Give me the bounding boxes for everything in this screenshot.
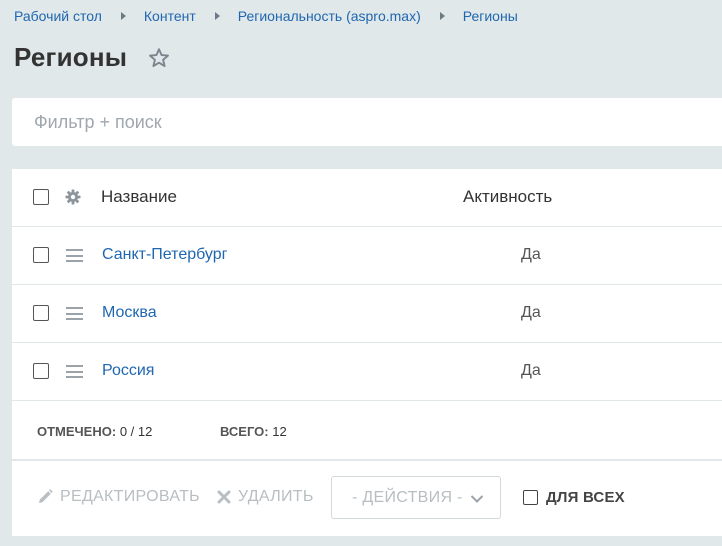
breadcrumb-separator-icon [214, 12, 220, 20]
selected-count-label: ОТМЕЧЕНО: [37, 424, 117, 439]
row-checkbox[interactable] [33, 305, 49, 321]
for-all-option[interactable]: ДЛЯ ВСЕХ [523, 489, 625, 506]
actions-select[interactable]: - ДЕЙСТВИЯ - [331, 476, 501, 519]
for-all-label: ДЛЯ ВСЕХ [546, 489, 625, 506]
region-active-value: Да [521, 304, 541, 321]
pencil-icon [39, 489, 53, 503]
edit-button-label: РЕДАКТИРОВАТЬ [60, 488, 200, 505]
actions-select-value: - ДЕЙСТВИЯ - [352, 489, 463, 506]
total-count-label: ВСЕГО: [220, 424, 269, 439]
delete-button[interactable]: УДАЛИТЬ [216, 488, 314, 506]
chevron-down-icon [470, 495, 484, 503]
delete-button-label: УДАЛИТЬ [238, 488, 314, 505]
for-all-checkbox[interactable] [523, 490, 538, 505]
row-checkbox[interactable] [33, 363, 49, 379]
filter-search-box[interactable] [12, 98, 722, 146]
drag-handle-icon[interactable] [66, 365, 83, 378]
total-count-value: 12 [272, 424, 287, 439]
table-summary: ОТМЕЧЕНО: 0 / 12 ВСЕГО: 12 [12, 402, 722, 459]
drag-handle-icon[interactable] [66, 249, 83, 262]
column-header-name[interactable]: Название [101, 187, 177, 207]
table-row: Москва Да [12, 285, 722, 343]
group-actions-bar: РЕДАКТИРОВАТЬ УДАЛИТЬ - ДЕЙСТВИЯ - ДЛЯ В… [12, 460, 722, 536]
region-name-link[interactable]: Санкт-Петербург [102, 246, 227, 264]
breadcrumb-regionality[interactable]: Региональность (aspro.max) [238, 8, 421, 24]
column-header-active[interactable]: Активность [463, 187, 552, 207]
edit-button[interactable]: РЕДАКТИРОВАТЬ [36, 488, 200, 506]
cross-icon [217, 490, 231, 504]
breadcrumb-regions[interactable]: Регионы [463, 8, 518, 24]
table-row: Россия Да [12, 343, 722, 401]
selected-count-value: 0 / 12 [119, 424, 153, 439]
row-checkbox[interactable] [33, 247, 49, 263]
region-active-value: Да [521, 362, 541, 379]
gear-icon[interactable] [65, 189, 81, 205]
select-all-checkbox[interactable] [33, 189, 49, 205]
breadcrumb-content[interactable]: Контент [144, 8, 196, 24]
table-header-row: Название Активность [12, 169, 722, 227]
table-row: Санкт-Петербург Да [12, 227, 722, 285]
region-name-link[interactable]: Россия [102, 362, 154, 380]
region-name-link[interactable]: Москва [102, 304, 157, 322]
breadcrumb-desktop[interactable]: Рабочий стол [14, 8, 102, 24]
total-count: ВСЕГО: 12 [220, 424, 287, 439]
page-title: Регионы [14, 42, 128, 72]
selected-count: ОТМЕЧЕНО: 0 / 12 [37, 424, 152, 439]
regions-table: Название Активность Санкт-Петербург Да М… [12, 169, 722, 459]
region-active-value: Да [521, 246, 541, 263]
drag-handle-icon[interactable] [66, 307, 83, 320]
filter-search-input[interactable] [34, 110, 634, 134]
breadcrumb: Рабочий стол Контент Региональность (asp… [14, 8, 518, 24]
title-row: Регионы [14, 42, 171, 73]
breadcrumb-separator-icon [439, 12, 445, 20]
breadcrumb-separator-icon [120, 12, 126, 20]
star-icon[interactable] [147, 46, 171, 70]
